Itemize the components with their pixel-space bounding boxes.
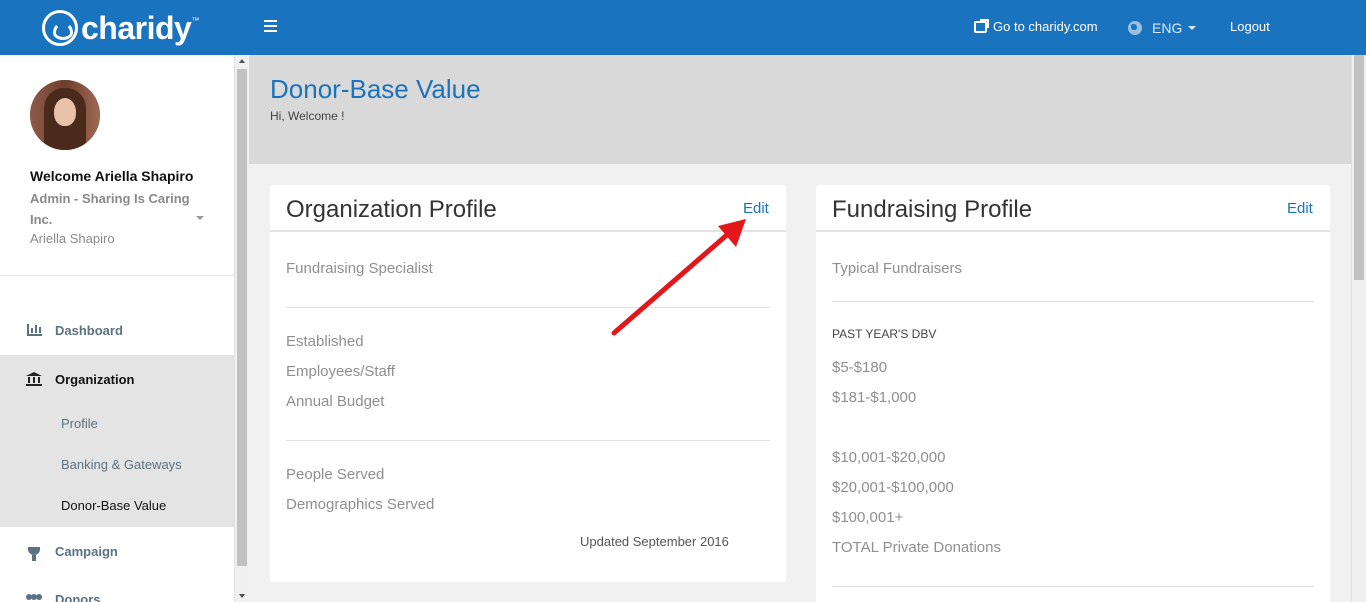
- user-role: Admin - Sharing Is Caring Inc.: [30, 191, 190, 227]
- card-title: Organization Profile: [286, 196, 497, 223]
- fundraising-profile-card: Fundraising Profile Edit Typical Fundrai…: [816, 185, 1330, 602]
- dbv-range: $10,001-$20,000: [832, 449, 946, 466]
- sidebar-item-label: Campaign: [55, 543, 118, 559]
- section-divider: [832, 301, 1314, 302]
- card-divider: [270, 230, 786, 232]
- users-icon: [26, 594, 42, 602]
- globe-icon: [1128, 21, 1142, 35]
- main-scrollbar[interactable]: [1351, 55, 1366, 602]
- main-content: Donor-Base Value Hi, Welcome ! Organizat…: [249, 55, 1351, 602]
- welcome-text: Welcome Ariella Shapiro: [30, 168, 194, 184]
- user-menu-chevron-icon[interactable]: [196, 216, 204, 220]
- sidebar-item-donors[interactable]: Donors: [0, 578, 234, 602]
- sidebar-item-label: Dashboard: [55, 322, 123, 338]
- dbv-range: $100,001+: [832, 509, 904, 526]
- sidebar-divider: [0, 275, 234, 276]
- sidebar-scrollbar[interactable]: [234, 55, 249, 602]
- edit-organization-profile-link[interactable]: Edit: [743, 200, 769, 217]
- section-divider: [832, 586, 1314, 587]
- trophy-icon: [28, 547, 40, 561]
- logout-label: Logout: [1230, 19, 1270, 34]
- sidebar-item-dashboard[interactable]: Dashboard: [0, 309, 234, 351]
- page-title: Donor-Base Value: [270, 74, 481, 104]
- scroll-up-icon[interactable]: [239, 59, 245, 63]
- edit-fundraising-profile-link[interactable]: Edit: [1287, 200, 1313, 217]
- dbv-range: $5-$180: [832, 359, 888, 376]
- organization-profile-card: Organization Profile Edit Fundraising Sp…: [270, 185, 786, 582]
- field-total-private-donations: TOTAL Private Donations: [832, 539, 1001, 556]
- field-people-served: People Served: [286, 466, 385, 483]
- updated-date: Updated September 2016: [580, 534, 729, 549]
- dbv-range: $181-$1,000: [832, 389, 917, 406]
- external-link-icon: [974, 18, 989, 33]
- bank-icon: [26, 372, 42, 386]
- sidebar-item-organization[interactable]: Organization: [0, 358, 234, 400]
- field-employees-staff: Employees/Staff: [286, 363, 395, 380]
- sidebar-item-campaign[interactable]: Campaign: [0, 530, 234, 572]
- field-established: Established: [286, 333, 364, 350]
- sidebar-item-profile[interactable]: Profile: [61, 416, 98, 431]
- scroll-down-icon[interactable]: [239, 594, 245, 598]
- field-annual-budget: Annual Budget: [286, 393, 385, 410]
- sidebar-item-label: Organization: [55, 371, 135, 387]
- field-fundraising-specialist: Fundraising Specialist: [286, 260, 433, 277]
- sidebar-scroll-thumb[interactable]: [237, 69, 247, 566]
- avatar[interactable]: [30, 80, 100, 150]
- menu-toggle-icon[interactable]: [264, 20, 277, 32]
- top-navbar: charidy ™ Go to charidy.com ENG Logout: [0, 0, 1366, 55]
- charidy-logo[interactable]: charidy ™: [42, 10, 199, 46]
- sidebar-item-donor-base-value[interactable]: Donor-Base Value: [61, 498, 166, 513]
- bar-chart-icon: [26, 324, 42, 336]
- field-demographics-served: Demographics Served: [286, 496, 435, 513]
- logo-text: charidy: [81, 10, 192, 46]
- main-scroll-thumb[interactable]: [1354, 55, 1364, 280]
- sidebar: Welcome Ariella Shapiro Admin - Sharing …: [0, 55, 234, 602]
- logo-trademark: ™: [191, 16, 200, 25]
- language-selector[interactable]: ENG: [1128, 20, 1197, 36]
- field-typical-fundraisers: Typical Fundraisers: [832, 260, 963, 277]
- dbv-range: $20,001-$100,000: [832, 479, 954, 496]
- sidebar-item-banking[interactable]: Banking & Gateways: [61, 457, 182, 472]
- section-divider: [286, 307, 770, 308]
- card-title: Fundraising Profile: [832, 196, 1033, 223]
- user-name: Ariella Shapiro: [30, 231, 115, 246]
- go-to-charidy-link[interactable]: Go to charidy.com: [974, 18, 1098, 34]
- heart-logo-icon: [42, 10, 78, 46]
- sidebar-item-label: Donors: [55, 591, 101, 602]
- page-subtitle: Hi, Welcome !: [270, 109, 345, 123]
- past-year-dbv-heading: PAST YEAR'S DBV: [832, 327, 937, 341]
- logout-link[interactable]: Logout: [1230, 19, 1270, 34]
- section-divider: [286, 440, 770, 441]
- go-to-charidy-label: Go to charidy.com: [993, 19, 1098, 34]
- chevron-down-icon: [1188, 26, 1197, 30]
- page-header: Donor-Base Value Hi, Welcome !: [249, 55, 1351, 164]
- language-label: ENG: [1152, 20, 1183, 36]
- card-divider: [816, 230, 1330, 232]
